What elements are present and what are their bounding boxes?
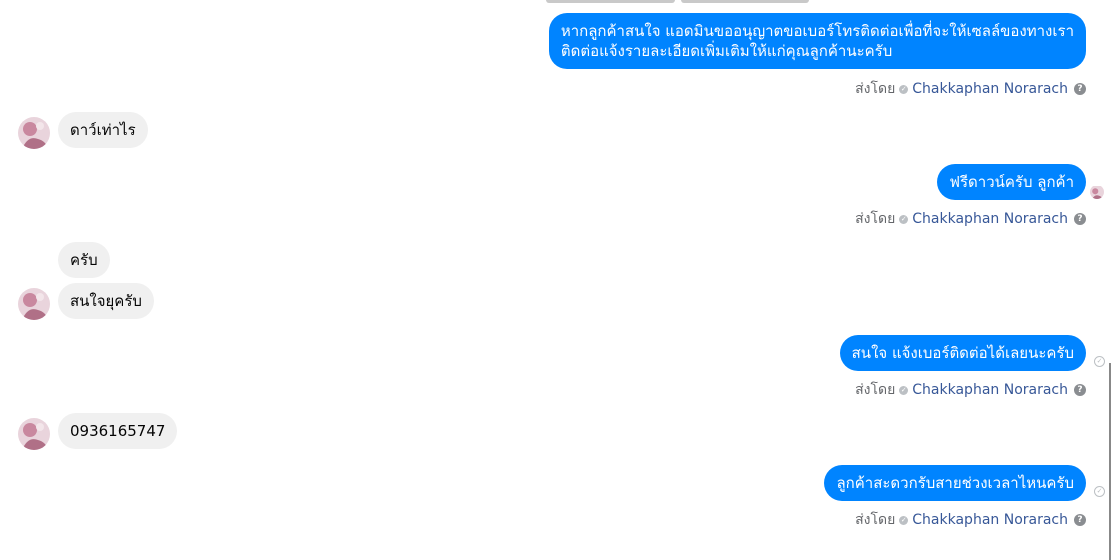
incoming-message[interactable]: สนใจยุครับ [58, 283, 154, 319]
avatar[interactable] [18, 418, 50, 450]
sent-by-line: ส่งโดย ✓ Chakkaphan Norarach ? [855, 78, 1086, 100]
help-icon[interactable]: ? [1074, 83, 1086, 95]
help-icon[interactable]: ? [1074, 514, 1086, 526]
sent-by-line: ส่งโดย ✓ Chakkaphan Norarach ? [855, 208, 1086, 230]
outgoing-message[interactable]: ลูกค้าสะดวกรับสายช่วงเวลาไหนครับ [824, 465, 1086, 501]
verified-icon: ✓ [899, 84, 909, 94]
avatar[interactable] [18, 117, 50, 149]
sent-by-label: ส่งโดย [855, 382, 896, 398]
outgoing-message[interactable]: สนใจ แจ้งเบอร์ติดต่อได้เลยนะครับ [839, 335, 1086, 371]
sender-name[interactable]: Chakkaphan Norarach [912, 81, 1068, 97]
incoming-message[interactable]: ดาว์เท่าไร [58, 112, 148, 148]
outgoing-message[interactable]: หากลูกค้าสนใจ แอดมินขออนุญาตขอเบอร์โทรติ… [548, 13, 1086, 69]
outgoing-message[interactable]: ฟรีดาวน์ครับ ลูกค้า [937, 164, 1086, 200]
sent-by-label: ส่งโดย [855, 81, 896, 97]
sender-name[interactable]: Chakkaphan Norarach [912, 382, 1068, 398]
incoming-message[interactable]: 0936165747 [58, 413, 178, 449]
sent-by-line: ส่งโดย ✓ Chakkaphan Norarach ? [855, 509, 1086, 531]
scrollbar[interactable] [1109, 363, 1111, 560]
sender-name[interactable]: Chakkaphan Norarach [912, 512, 1068, 528]
verified-icon: ✓ [899, 214, 909, 224]
incoming-message[interactable]: ครับ [58, 242, 110, 278]
sent-by-label: ส่งโดย [855, 211, 896, 227]
avatar[interactable] [18, 288, 50, 320]
seen-avatar [1090, 185, 1104, 199]
help-icon[interactable]: ? [1074, 384, 1086, 396]
sent-by-label: ส่งโดย [855, 512, 896, 528]
sent-by-line: ส่งโดย ✓ Chakkaphan Norarach ? [855, 379, 1086, 401]
help-icon[interactable]: ? [1074, 213, 1086, 225]
verified-icon: ✓ [899, 515, 909, 525]
image-thumbnail[interactable] [681, 0, 809, 3]
delivered-icon: ✓ [1094, 486, 1105, 497]
delivered-icon: ✓ [1094, 356, 1105, 367]
image-thumbnail[interactable] [546, 0, 675, 3]
verified-icon: ✓ [899, 385, 909, 395]
sender-name[interactable]: Chakkaphan Norarach [912, 211, 1068, 227]
